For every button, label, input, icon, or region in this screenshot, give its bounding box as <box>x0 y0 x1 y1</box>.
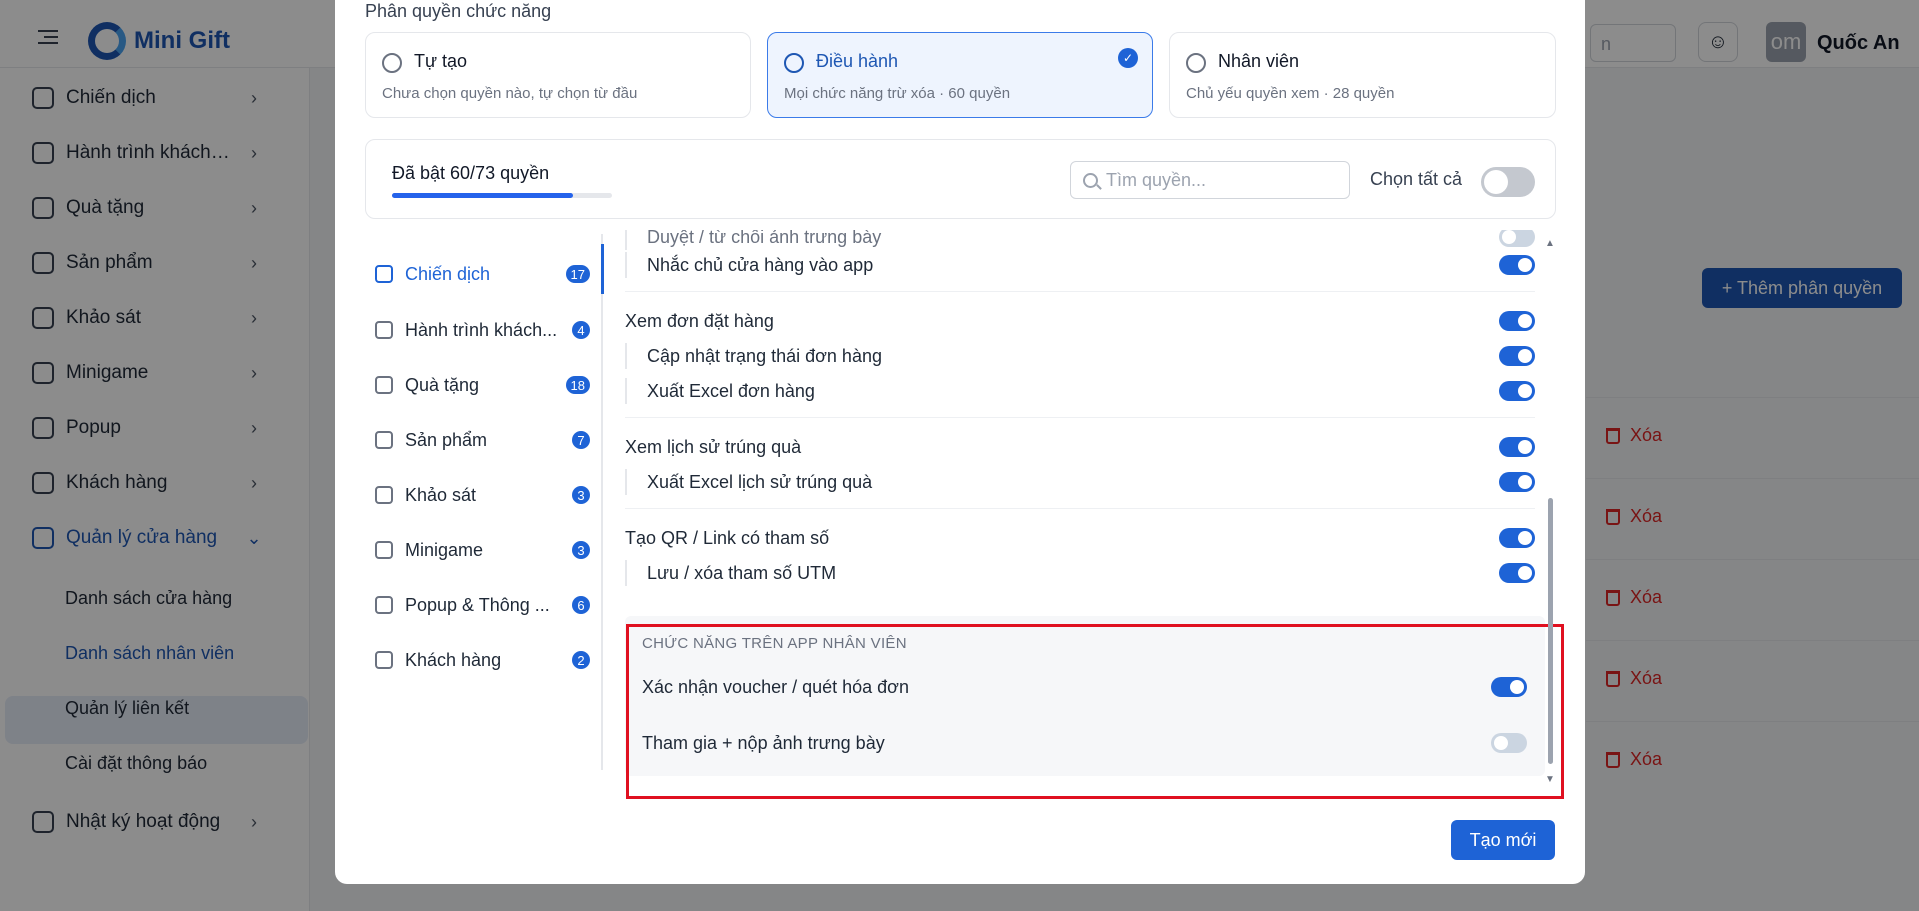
permission-toggle[interactable] <box>1499 346 1535 366</box>
gift-icon <box>375 376 393 394</box>
role-desc: Chủ yếu quyền xem · 28 quyền <box>1186 85 1395 102</box>
role-card-staff[interactable]: Nhân viên Chủ yếu quyền xem · 28 quyền <box>1169 32 1556 118</box>
section-title: Phân quyền chức năng <box>365 1 552 21</box>
category-item[interactable]: Popup & Thông ... 6 <box>375 590 590 620</box>
survey-icon <box>375 486 393 504</box>
permission-toggle[interactable] <box>1499 381 1535 401</box>
group-divider <box>625 417 1535 418</box>
count-badge: 3 <box>572 541 590 559</box>
category-item[interactable]: Quà tặng 18 <box>375 370 590 400</box>
permission-toggle[interactable] <box>1499 437 1535 457</box>
role-title: Điều hành <box>816 51 899 71</box>
permission-item: Lưu / xóa tham số UTM <box>625 560 1535 586</box>
create-button[interactable]: Tạo mới <box>1451 820 1555 860</box>
gamepad-icon <box>375 541 393 559</box>
permission-toggle[interactable] <box>1499 563 1535 583</box>
permission-toggle[interactable] <box>1499 311 1535 331</box>
permission-toggle[interactable] <box>1499 255 1535 275</box>
group-divider <box>625 508 1535 509</box>
category-item[interactable]: Khách hàng 2 <box>375 645 590 675</box>
calendar-icon <box>375 265 393 283</box>
scrollbar-thumb[interactable] <box>1548 498 1553 764</box>
count-badge: 4 <box>572 321 590 339</box>
permission-item: Nhắc chủ cửa hàng vào app <box>625 252 1535 278</box>
pencil-icon <box>382 53 402 73</box>
permission-toggle[interactable] <box>1499 230 1535 247</box>
select-all-toggle[interactable] <box>1481 167 1535 197</box>
role-desc: Mọi chức năng trừ xóa · 60 quyền <box>784 85 1011 102</box>
search-icon <box>1083 172 1098 188</box>
permission-toggle[interactable] <box>1499 472 1535 492</box>
count-badge: 17 <box>565 265 590 283</box>
permission-item: Cập nhật trạng thái đơn hàng <box>625 343 1535 369</box>
highlight-frame <box>626 624 1564 799</box>
users-icon <box>375 651 393 669</box>
permission-item: Tạo QR / Link có tham số <box>625 525 1535 551</box>
permission-search-input[interactable] <box>1106 169 1336 191</box>
category-item[interactable]: Hành trình khách... 4 <box>375 315 590 345</box>
team-icon <box>1186 53 1206 73</box>
scroll-down-arrow-icon[interactable]: ▼ <box>1545 774 1555 785</box>
enabled-count: Đã bật 60/73 quyền <box>392 163 550 183</box>
user-shield-icon <box>784 53 804 73</box>
check-icon: ✓ <box>1118 48 1138 68</box>
role-card-operator[interactable]: Điều hành Mọi chức năng trừ xóa · 60 quy… <box>767 32 1153 118</box>
popup-icon <box>375 596 393 614</box>
select-all-label: Chọn tất cả <box>1370 169 1463 189</box>
count-badge: 7 <box>572 431 590 449</box>
box-icon <box>375 431 393 449</box>
permission-item: Xem lịch sử trúng quà <box>625 434 1535 460</box>
category-list: Chiến dịch 17 Hành trình khách... 4 Quà tặ… <box>365 230 600 770</box>
role-card-custom[interactable]: Tự tạo Chưa chọn quyền nào, tự chọn từ đ… <box>365 32 751 118</box>
permission-item: Xem đơn đặt hàng <box>625 308 1535 334</box>
progress-bar <box>392 193 612 198</box>
role-title: Tự tạo <box>414 51 468 71</box>
route-icon <box>375 321 393 339</box>
progress-fill <box>392 193 573 198</box>
category-item[interactable]: Khảo sát 3 <box>375 480 590 510</box>
category-item[interactable]: Chiến dịch 17 <box>375 259 590 289</box>
permission-item: Xuất Excel lịch sử trúng quà <box>625 469 1535 495</box>
group-divider <box>625 291 1535 292</box>
count-badge: 18 <box>565 376 590 394</box>
permission-summary: Đã bật 60/73 quyền Chọn tất cả <box>365 139 1556 219</box>
role-desc: Chưa chọn quyền nào, tự chọn từ đầu <box>382 85 638 102</box>
category-item[interactable]: Sản phẩm 7 <box>375 425 590 455</box>
permission-modal: Phân quyền chức năng Tự tạo Chưa chọn qu… <box>335 0 1585 884</box>
permission-item: Duyệt / từ chối ảnh trưng bày <box>625 230 1535 250</box>
permission-item: Xuất Excel đơn hàng <box>625 378 1535 404</box>
scroll-up-arrow-icon[interactable]: ▲ <box>1545 238 1555 249</box>
count-badge: 2 <box>572 651 590 669</box>
permission-toggle[interactable] <box>1499 528 1535 548</box>
count-badge: 3 <box>572 486 590 504</box>
permission-search[interactable] <box>1070 161 1350 199</box>
category-item[interactable]: Minigame 3 <box>375 535 590 565</box>
count-badge: 6 <box>572 596 590 614</box>
role-title: Nhân viên <box>1218 51 1300 71</box>
